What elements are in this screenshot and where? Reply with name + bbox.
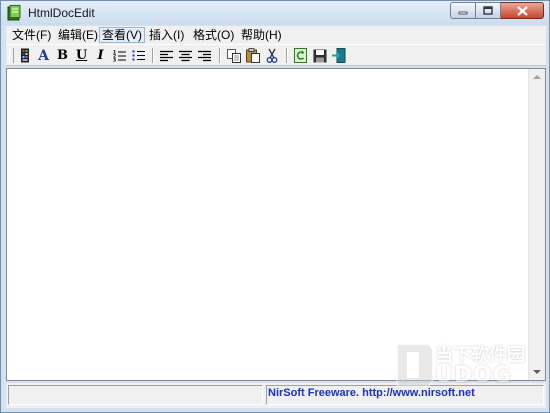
bullet-list-icon <box>132 50 145 61</box>
toolbar-separator <box>152 48 154 63</box>
align-right-button[interactable] <box>196 47 213 64</box>
app-window: HtmlDocEdit 文件(F) 编辑(E) 查看(V) 插入(I) 格式(O… <box>0 0 550 413</box>
underline-button[interactable]: U <box>73 47 90 64</box>
align-right-icon <box>198 50 211 61</box>
title-bar[interactable]: HtmlDocEdit <box>1 1 549 25</box>
menu-edit[interactable]: 编辑(E) <box>56 27 100 43</box>
align-center-icon <box>179 50 192 61</box>
exit-door-icon <box>332 48 346 63</box>
numbered-list-button[interactable]: 1 2 3 <box>111 47 128 64</box>
floppy-disk-icon <box>313 49 326 62</box>
watermark-en-text: UDOG <box>435 363 512 388</box>
toolbar: A B U I 1 2 3 <box>6 44 546 66</box>
cut-button[interactable] <box>263 47 280 64</box>
maximize-icon <box>483 6 493 15</box>
numbered-list-icon: 1 2 3 <box>113 50 126 63</box>
bullet-list-button[interactable] <box>130 47 147 64</box>
copy-icon <box>226 48 241 63</box>
minimize-icon <box>458 11 468 14</box>
status-panel-left <box>8 385 263 405</box>
vertical-scrollbar[interactable] <box>528 69 545 380</box>
paste-icon <box>245 48 260 63</box>
menu-insert[interactable]: 插入(I) <box>147 27 186 43</box>
menu-help[interactable]: 帮助(H) <box>239 27 284 43</box>
close-button[interactable] <box>501 2 544 19</box>
app-icon <box>7 5 21 21</box>
scissors-icon <box>266 48 277 63</box>
scroll-up-arrow-icon[interactable] <box>533 75 541 79</box>
toolbar-separator <box>286 48 288 63</box>
toolbar-grip[interactable] <box>9 48 14 63</box>
align-left-icon <box>160 50 173 61</box>
watermark-logo <box>396 343 434 387</box>
color-palette-icon <box>20 48 29 63</box>
maximize-button[interactable] <box>476 2 501 19</box>
menu-view[interactable]: 查看(V) <box>99 27 145 43</box>
font-color-button[interactable] <box>16 47 33 64</box>
refresh-icon <box>294 48 307 63</box>
menu-bar: 文件(F) 编辑(E) 查看(V) 插入(I) 格式(O) 帮助(H) <box>6 26 546 44</box>
close-icon <box>516 5 528 16</box>
bold-button[interactable]: B <box>54 47 71 64</box>
window-title: HtmlDocEdit <box>28 6 95 20</box>
exit-button[interactable] <box>330 47 347 64</box>
paste-button[interactable] <box>244 47 261 64</box>
refresh-button[interactable] <box>292 47 309 64</box>
menu-file[interactable]: 文件(F) <box>10 27 53 43</box>
font-button[interactable]: A <box>35 47 52 64</box>
window-controls <box>450 2 544 20</box>
toolbar-separator <box>219 48 221 63</box>
minimize-button[interactable] <box>450 2 476 19</box>
menu-format[interactable]: 格式(O) <box>191 27 236 43</box>
align-center-button[interactable] <box>177 47 194 64</box>
italic-button[interactable]: I <box>92 47 109 64</box>
html-editor-area[interactable] <box>6 68 546 381</box>
copy-button[interactable] <box>225 47 242 64</box>
watermark: 当下软件园 UDOG <box>391 338 541 392</box>
align-left-button[interactable] <box>158 47 175 64</box>
svg-text:3: 3 <box>113 58 116 63</box>
save-button[interactable] <box>311 47 328 64</box>
